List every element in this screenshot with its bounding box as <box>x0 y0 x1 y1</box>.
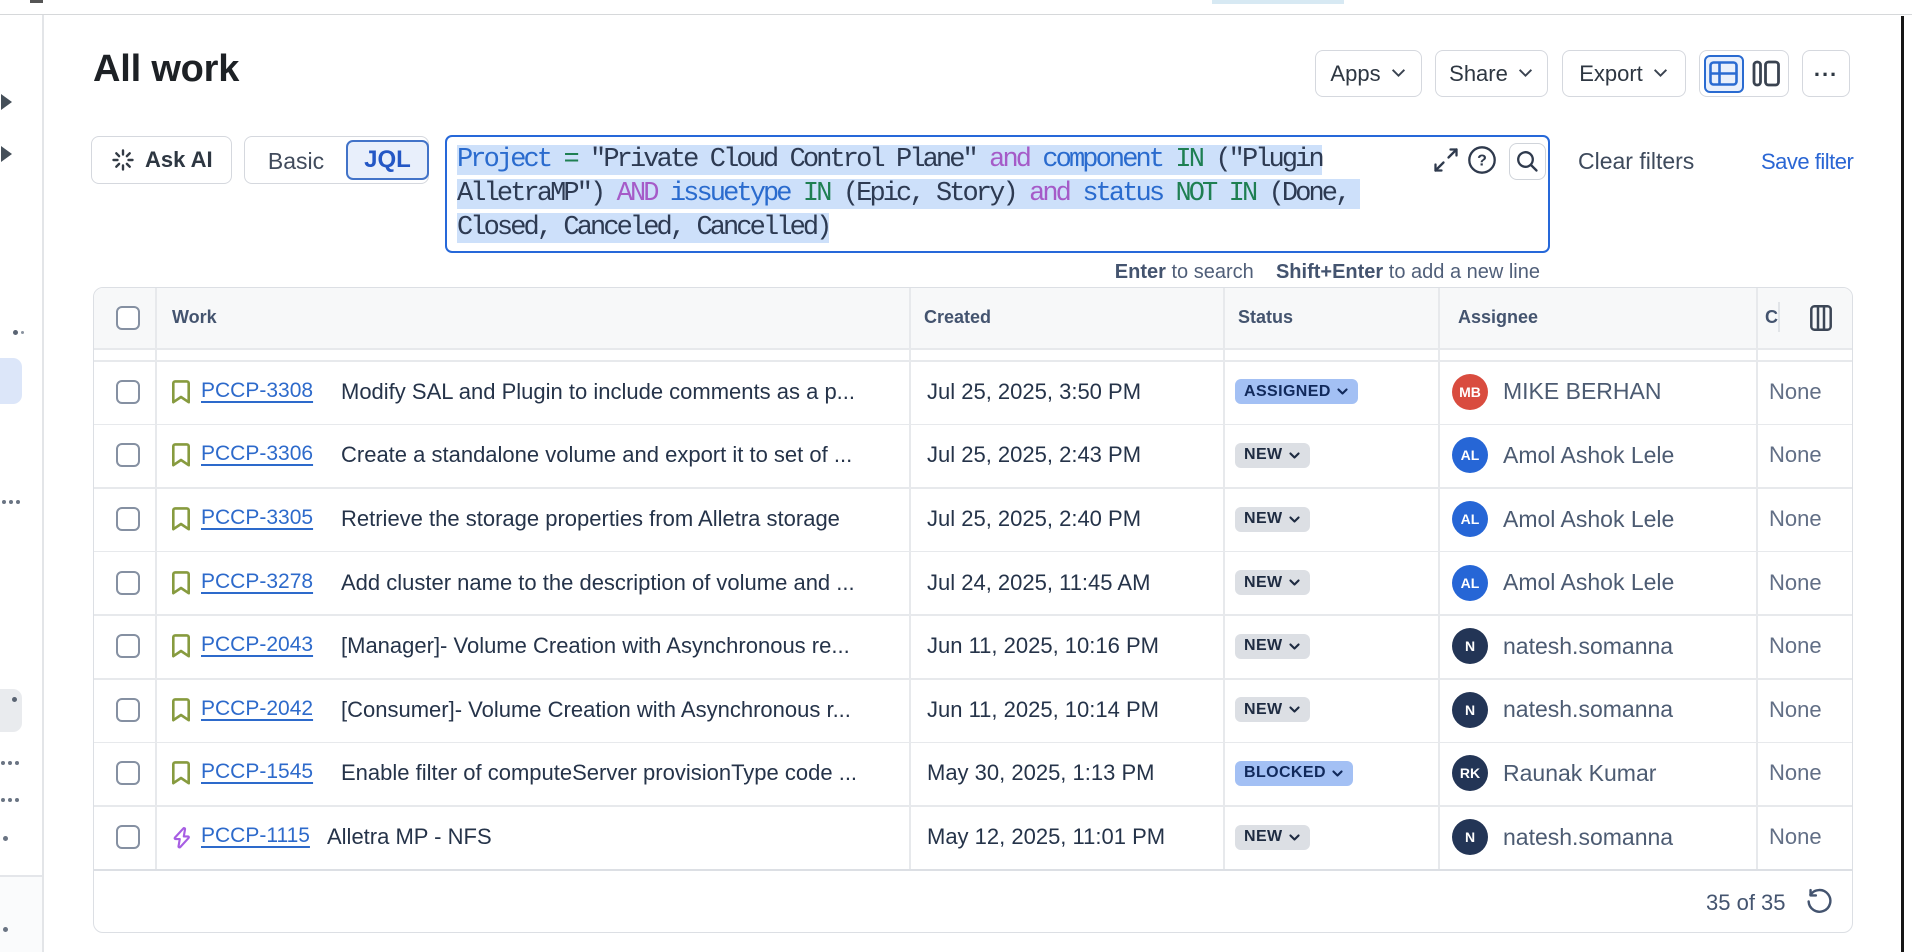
svg-text:?: ? <box>1477 153 1487 170</box>
